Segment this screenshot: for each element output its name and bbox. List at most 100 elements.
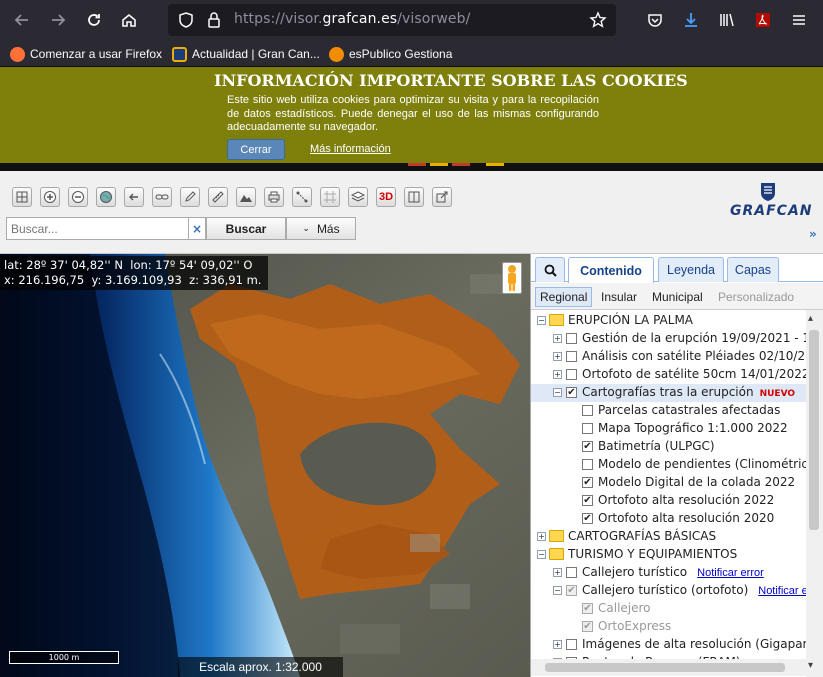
checkbox-checked[interactable]: ✔ [582,477,593,488]
back-arrow-icon[interactable] [8,6,36,34]
cookie-close-button[interactable]: Cerrar [227,139,285,160]
tree-row[interactable]: + CARTOGRAFÍAS BÁSICAS [531,528,811,546]
tree-row[interactable]: + Gestión de la erupción 19/09/2021 - 13/ [531,330,811,348]
compare-split-icon[interactable] [404,187,424,207]
checkbox-checked[interactable]: ✔ [582,621,593,632]
expand-plus-icon[interactable]: + [537,532,546,541]
checkbox-unchecked[interactable] [566,351,577,362]
tree-row[interactable]: Modelo de pendientes (Clinométrico) [531,456,811,474]
print-icon[interactable] [264,187,284,207]
tab-search[interactable] [535,257,565,282]
checkbox-checked[interactable]: ✔ [566,585,577,596]
library-icon[interactable] [713,6,741,34]
url-text[interactable]: https://visor.grafcan.es/visorweb/ [234,11,470,27]
3d-view-button[interactable]: 3D [376,187,396,207]
tree-row[interactable]: + Callejero turístico Notificar error [531,564,811,582]
checkbox-checked[interactable]: ✔ [582,513,593,524]
home-icon[interactable] [115,6,143,34]
subtab-regional[interactable]: Regional [535,287,593,307]
tree-row[interactable]: + Análisis con satélite Pléiades 02/10/20… [531,348,811,366]
tab-leyenda[interactable]: Leyenda [658,257,724,282]
checkbox-checked[interactable]: ✔ [582,603,593,614]
terrain-profile-icon[interactable] [236,187,256,207]
horizontal-scroll-thumb[interactable] [545,663,785,672]
checkbox-unchecked[interactable] [582,459,593,470]
more-options-button[interactable]: ⌄ Más [286,217,356,240]
checkbox-unchecked[interactable] [582,423,593,434]
tree-row[interactable]: + Imágenes de alta resolución (Gigapan) [531,636,811,654]
notify-error-link[interactable]: Notificar error [758,585,811,597]
pdf-extension-icon[interactable] [749,6,777,34]
cookie-more-info-link[interactable]: Más información [310,143,391,155]
subtab-insular[interactable]: Insular [597,287,641,307]
layers-stack-icon[interactable] [348,187,368,207]
checkbox-checked[interactable]: ✔ [582,495,593,506]
tree-row[interactable]: − ERUPCIÓN LA PALMA [531,312,811,330]
tree-row[interactable]: Mapa Topográfico 1:1.000 2022 [531,420,811,438]
forward-arrow-icon[interactable] [44,6,72,34]
draw-pencil-icon[interactable] [180,187,200,207]
shield-icon[interactable] [172,6,200,34]
collapse-minus-icon[interactable]: − [537,316,546,325]
collapse-minus-icon[interactable]: − [553,586,562,595]
tree-row[interactable]: ✔ Ortofoto alta resolución 2022 [531,492,811,510]
checkbox-unchecked[interactable] [582,405,593,416]
tree-row[interactable]: − ✔ Cartografías tras la erupción NUEVO [531,384,811,402]
bookmark-espublico[interactable]: esPublico Gestiona [329,44,452,64]
route-icon[interactable] [292,187,312,207]
clear-search-icon[interactable]: × [189,217,206,240]
search-button[interactable]: Buscar [206,217,286,240]
horizontal-scrollbar[interactable] [531,659,806,676]
download-icon[interactable] [677,6,705,34]
previous-view-icon[interactable] [124,187,144,207]
link-icon[interactable] [152,187,172,207]
tree-row[interactable]: Parcelas catastrales afectadas [531,402,811,420]
expand-plus-icon[interactable]: + [553,370,562,379]
bookmark-firefox[interactable]: Comenzar a usar Firefox [10,44,162,64]
checkbox-unchecked[interactable] [566,333,577,344]
street-view-pegman-icon[interactable] [502,262,522,294]
vertical-scroll-thumb[interactable] [809,330,819,530]
bookmark-star-icon[interactable] [584,6,612,34]
search-input[interactable] [6,217,189,240]
tree-row[interactable]: ✔ Batimetría (ULPGC) [531,438,811,456]
collapse-minus-icon[interactable]: − [537,550,546,559]
expand-plus-icon[interactable]: + [553,568,562,577]
tree-row[interactable]: ✔ Ortofoto alta resolución 2020 [531,510,811,528]
bookmark-actualidad[interactable]: Actualidad | Gran Can... [172,44,320,64]
pocket-icon[interactable] [641,6,669,34]
measure-ruler-icon[interactable] [208,187,228,207]
expand-plus-icon[interactable]: + [553,334,562,343]
subtab-municipal[interactable]: Municipal [648,287,707,307]
scroll-down-icon[interactable]: ▾ [808,660,813,671]
checkbox-unchecked[interactable] [566,567,577,578]
checkbox-checked[interactable]: ✔ [566,387,577,398]
collapse-minus-icon[interactable]: − [553,388,562,397]
expand-panel-icon[interactable]: » [809,227,817,241]
tree-row[interactable]: ✔ Callejero [531,600,811,618]
checkbox-unchecked[interactable] [566,639,577,650]
tree-row[interactable]: + Ortofoto de satélite 50cm 14/01/2022 [531,366,811,384]
tree-row[interactable]: ✔ Modelo Digital de la colada 2022 [531,474,811,492]
utm-grid-icon[interactable] [320,187,340,207]
checkbox-checked[interactable]: ✔ [582,441,593,452]
expand-plus-icon[interactable]: + [553,352,562,361]
vertical-scrollbar[interactable]: ▴ ▾ [806,310,823,677]
zoom-out-icon[interactable] [68,187,88,207]
checkbox-unchecked[interactable] [566,369,577,380]
globe-icon[interactable] [96,187,116,207]
map-view[interactable]: lat: 28º 37' 04,82'' N lon: 17º 54' 09,0… [0,254,530,677]
zoom-in-icon[interactable] [40,187,60,207]
notify-error-link[interactable]: Notificar error [697,567,764,579]
full-extent-icon[interactable] [12,187,32,207]
map-imagery[interactable] [0,254,530,677]
lock-icon[interactable] [200,6,228,34]
reload-icon[interactable] [80,6,108,34]
tab-contenido[interactable]: Contenido [568,257,654,283]
tab-capas[interactable]: Capas [727,257,779,282]
menu-hamburger-icon[interactable] [785,6,813,34]
share-export-icon[interactable] [432,187,452,207]
expand-plus-icon[interactable]: + [553,640,562,649]
tree-row[interactable]: − ✔ Callejero turístico (ortofoto) Notifica… [531,582,811,600]
scroll-up-icon[interactable]: ▴ [808,313,813,324]
